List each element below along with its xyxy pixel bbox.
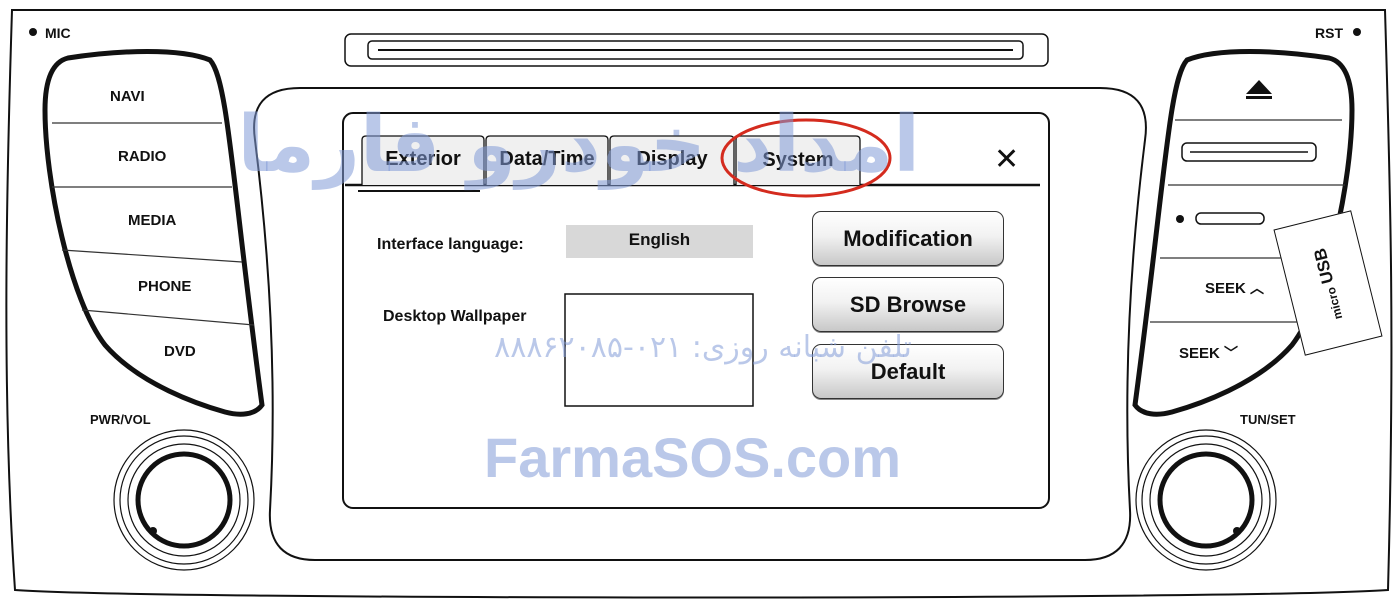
interface-language-label: Interface language: <box>377 236 524 253</box>
watermark-persian-brand: امداد خودرو فارما <box>237 100 920 190</box>
pwr-vol-knob <box>113 429 255 571</box>
mic-label: MIC <box>45 25 71 41</box>
micro-label: micro <box>1324 285 1346 321</box>
seek-up-label: SEEK <box>1205 280 1246 297</box>
dvd-button[interactable]: DVD <box>164 343 196 360</box>
rst-label: RST <box>1315 25 1343 41</box>
seek-up-button[interactable]: SEEK ︿ <box>1205 278 1264 298</box>
phone-button[interactable]: PHONE <box>138 278 191 295</box>
watermark-site: FarmaSOS.com <box>484 426 902 489</box>
tun-set-label: TUN/SET <box>1240 412 1296 427</box>
interface-language-value[interactable]: English <box>566 230 753 250</box>
navi-button[interactable]: NAVI <box>110 88 145 105</box>
tun-set-knob <box>1135 429 1277 571</box>
usb-label: USB <box>1310 246 1338 286</box>
chevron-up-icon: ︿ <box>1250 280 1265 296</box>
close-icon[interactable]: ✕ <box>994 142 1019 177</box>
modification-button[interactable]: Modification <box>812 211 1004 266</box>
chevron-down-icon: ﹀ <box>1224 345 1239 361</box>
seek-down-label: SEEK <box>1179 345 1220 362</box>
watermark-phone: تلفن شبانه روزی: ۰۲۱-۸۸۸۶۲۰۸۵ <box>494 330 912 365</box>
head-unit-diagram: micro USB MIC RST PWR/VOL TUN/SET NAVI R… <box>0 0 1397 602</box>
desktop-wallpaper-label: Desktop Wallpaper <box>383 308 527 325</box>
eject-button[interactable] <box>1236 72 1282 106</box>
sd-browse-button[interactable]: SD Browse <box>812 277 1004 332</box>
media-button[interactable]: MEDIA <box>128 212 176 229</box>
radio-button[interactable]: RADIO <box>118 148 166 165</box>
pwr-vol-label: PWR/VOL <box>90 412 151 427</box>
seek-down-button[interactable]: SEEK ﹀ <box>1179 343 1238 363</box>
